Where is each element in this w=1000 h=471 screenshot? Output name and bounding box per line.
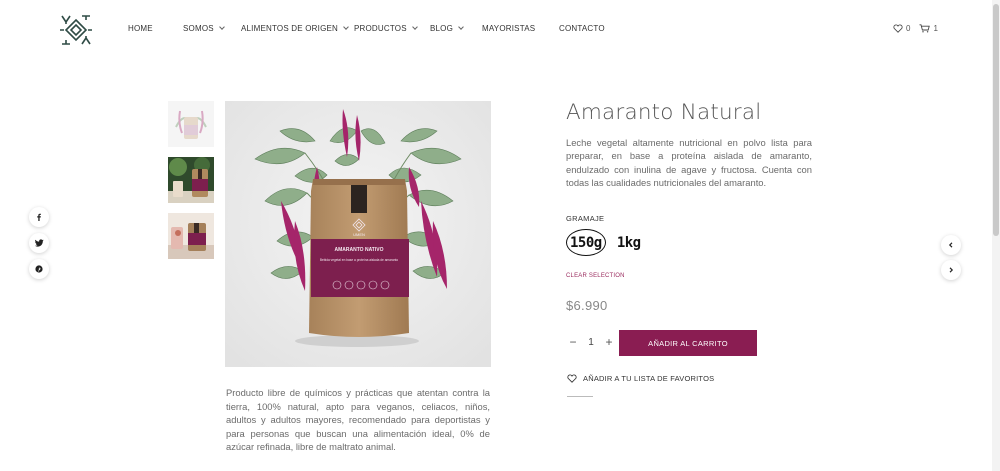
share-pinterest-button[interactable] <box>29 259 49 279</box>
previous-product-button[interactable] <box>941 235 961 255</box>
quantity-increase-button[interactable]: + <box>602 335 616 349</box>
nav-item-blog[interactable]: BLOG <box>430 24 464 33</box>
product-main-image[interactable]: UMEN AMARANTO NATIVO Bebida vegetal en b… <box>225 101 491 367</box>
nav-label: SOMOS <box>183 24 214 33</box>
gallery-thumbnail-1[interactable] <box>168 101 214 147</box>
facebook-icon <box>37 213 41 221</box>
wishlist-count: 0 <box>906 24 911 33</box>
share-twitter-button[interactable] <box>29 233 49 253</box>
nav-item-somos[interactable]: SOMOS <box>183 24 225 33</box>
wishlist-label: AÑADIR A TU LISTA DE FAVORITOS <box>583 374 715 383</box>
cart-icon <box>919 24 931 33</box>
nav-label: ALIMENTOS DE ORIGEN <box>241 24 339 33</box>
chevron-down-icon <box>343 24 349 30</box>
product-short-description: Leche vegetal altamente nutricional en p… <box>566 137 812 189</box>
attribute-label: GRAMAJE <box>566 214 605 223</box>
nav-item-alimentos-de-origen[interactable]: ALIMENTOS DE ORIGEN <box>241 24 349 33</box>
quantity-input[interactable]: 1 <box>584 337 598 348</box>
product-thumbnail-image <box>168 101 214 147</box>
cart-link[interactable]: 1 <box>919 24 938 33</box>
nav-label: MAYORISTAS <box>482 24 536 33</box>
clear-selection-link[interactable]: CLEAR SELECTION <box>566 273 625 279</box>
nav-label: CONTACTO <box>559 24 605 33</box>
share-facebook-button[interactable] <box>29 207 49 227</box>
package-title-text: AMARANTO NATIVO <box>335 247 384 253</box>
divider <box>567 396 593 397</box>
nav-label: HOME <box>128 24 153 33</box>
package-subtitle-text: Bebida vegetal en base a proteína aislad… <box>320 258 399 262</box>
gallery-thumbnail-3[interactable] <box>168 213 214 259</box>
site-header: HOME SOMOS ALIMENTOS DE ORIGEN PRODUCTOS… <box>0 0 1000 58</box>
nav-item-productos[interactable]: PRODUCTOS <box>354 24 418 33</box>
page-scrollbar[interactable] <box>992 0 1000 471</box>
product-photo: UMEN AMARANTO NATIVO Bebida vegetal en b… <box>225 101 491 367</box>
chevron-down-icon <box>218 24 225 30</box>
twitter-icon <box>34 239 44 247</box>
pinterest-icon <box>35 265 43 273</box>
next-product-button[interactable] <box>941 260 961 280</box>
chevron-down-icon <box>411 24 418 30</box>
nav-label: BLOG <box>430 24 454 33</box>
header-actions: 0 1 <box>893 24 938 33</box>
package-brand-text: UMEN <box>353 232 365 237</box>
add-to-cart-button[interactable]: AÑADIR AL CARRITO <box>619 330 757 356</box>
option-1kg[interactable]: 1kg <box>614 229 644 256</box>
quantity-stepper: − 1 + <box>566 335 616 349</box>
gallery-thumbnail-2[interactable] <box>168 157 214 203</box>
wishlist-link[interactable]: 0 <box>893 24 910 33</box>
option-150g[interactable]: 150g <box>566 229 606 256</box>
nav-item-home[interactable]: HOME <box>128 24 153 33</box>
chevron-right-icon <box>949 267 954 273</box>
chevron-down-icon <box>458 24 464 30</box>
cart-count: 1 <box>933 24 938 33</box>
add-to-wishlist-link[interactable]: AÑADIR A TU LISTA DE FAVORITOS <box>567 374 714 383</box>
nav-label: PRODUCTOS <box>354 24 407 33</box>
nav-item-contacto[interactable]: CONTACTO <box>559 24 605 33</box>
scrollbar-thumb[interactable] <box>993 4 999 236</box>
gramaje-options: 150g 1kg <box>566 229 644 256</box>
chevron-left-icon <box>948 242 953 248</box>
product-price: $6.990 <box>566 298 608 313</box>
quantity-decrease-button[interactable]: − <box>566 335 580 349</box>
social-share <box>29 207 49 285</box>
product-thumbnail-image <box>168 157 214 203</box>
product-title: Amaranto Natural <box>566 100 762 125</box>
product-thumbnail-image <box>168 213 214 259</box>
product-long-description: Producto libre de químicos y prácticas q… <box>226 387 490 452</box>
heart-icon <box>893 24 903 33</box>
nav-item-mayoristas[interactable]: MAYORISTAS <box>482 24 535 33</box>
heart-icon <box>567 374 577 383</box>
brand-logo-icon[interactable] <box>58 12 94 48</box>
